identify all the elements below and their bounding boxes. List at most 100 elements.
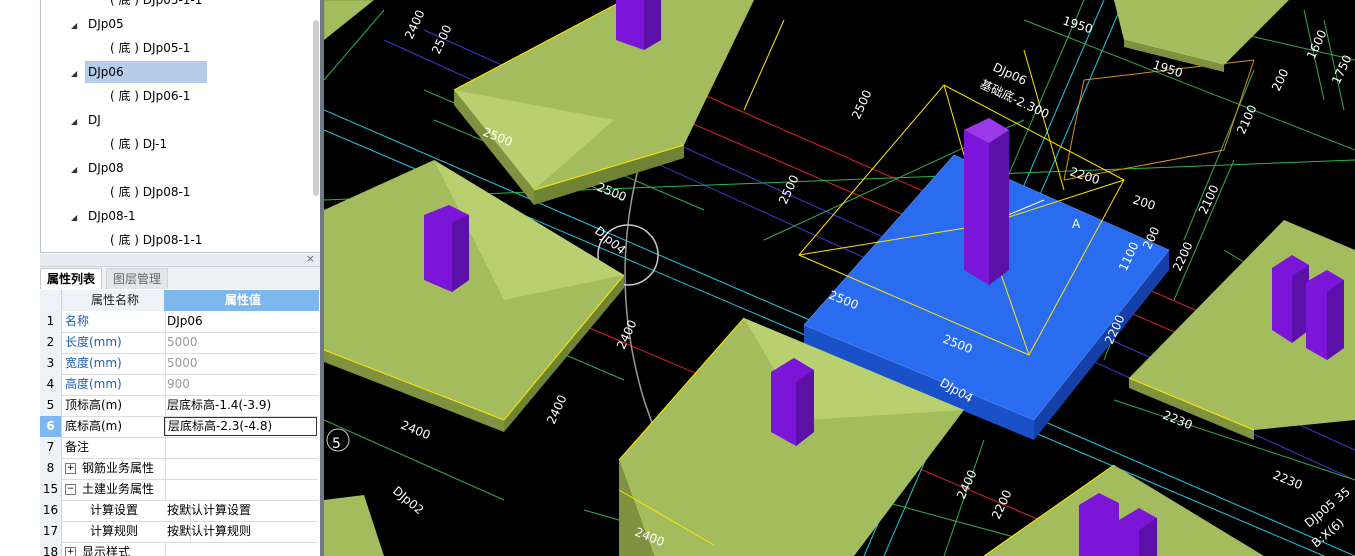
axis-number: 5	[332, 436, 341, 452]
property-row[interactable]: 4 高度(mm) 900	[40, 374, 318, 396]
property-row[interactable]: 17 计算规则 按默认计算规则	[40, 521, 318, 543]
property-row[interactable]: 15− 土建业务属性	[40, 479, 318, 501]
tag-djp02: DJp02	[390, 484, 426, 518]
property-value[interactable]: 900	[164, 374, 319, 395]
component-tree: ( 底 ) DJp05-1-1 ◢ DJp05( 底 ) DJp05-1 ◢ DJp06…	[40, 0, 322, 253]
row-number: 8	[40, 458, 62, 479]
dim-2400d: 2400	[399, 418, 433, 442]
expand-icon[interactable]: +	[65, 547, 76, 556]
dim-2500c: 2500	[595, 180, 629, 204]
tree-node-label: DJp05	[88, 17, 124, 31]
property-value[interactable]	[164, 437, 319, 458]
property-row[interactable]: 8 + 钢筋业务属性	[40, 458, 318, 480]
row-number: 4	[40, 374, 62, 395]
expand-triangle-icon[interactable]: ◢	[71, 63, 81, 85]
dim-1600: 1600	[1304, 28, 1330, 62]
dim-2400b: 2400	[614, 318, 640, 352]
tree-node-leaf[interactable]: ( 底 ) DJ-1	[107, 133, 170, 155]
property-name-text: 高度(mm)	[65, 377, 122, 391]
property-name-text: 底标高(m)	[65, 419, 123, 433]
tree-node-label: ( 底 ) DJp05-1-1	[110, 0, 203, 7]
tree-node-leaf[interactable]: ( 底 ) DJp05-1-1	[107, 0, 205, 11]
tree-node-leaf[interactable]: ( 底 ) DJp06-1	[107, 85, 193, 107]
dim-200b: 200	[1131, 193, 1157, 213]
header-corner	[40, 290, 62, 311]
expand-triangle-icon[interactable]: ◢	[71, 15, 81, 37]
property-row[interactable]: 16 计算设置 按默认计算设置	[40, 500, 318, 522]
expand-triangle-icon[interactable]: ◢	[71, 111, 81, 133]
tree-node-label: ( 底 ) DJp08-1-1	[110, 233, 203, 247]
property-row[interactable]: 7 备注	[40, 437, 318, 459]
row-number: 16	[40, 500, 62, 521]
header-value: 属性值	[164, 290, 319, 311]
property-value[interactable]: 5000	[164, 332, 319, 353]
property-value[interactable]: 按默认计算设置	[164, 500, 319, 521]
property-name-text: 长度(mm)	[65, 335, 122, 349]
tree-node-group[interactable]: ◢ DJp08	[71, 157, 127, 179]
property-name-text: 土建业务属性	[82, 482, 155, 496]
dim-2200b: 2200	[1170, 240, 1196, 274]
dim-2500e: 2500	[776, 173, 802, 207]
property-row[interactable]: 18 + 显示样式	[40, 542, 318, 556]
panel-splitter[interactable]: ×	[40, 252, 320, 267]
property-name-text: 顶标高(m)	[65, 398, 123, 412]
property-name: 顶标高(m)	[62, 395, 166, 416]
property-row[interactable]: 2 长度(mm) 5000	[40, 332, 318, 354]
footing-top-center	[453, 0, 754, 205]
tree-node-label: ( 底 ) DJp08-1	[110, 185, 191, 199]
row-number: 7	[40, 437, 62, 458]
dim-2100b: 2100	[1196, 183, 1222, 217]
property-value[interactable]: 按默认计算规则	[164, 521, 319, 542]
expand-triangle-icon[interactable]: ◢	[71, 159, 81, 181]
property-name-text: 显示样式	[82, 545, 131, 556]
property-value[interactable]: 5000	[164, 353, 319, 374]
dim-200a: 200	[1269, 67, 1291, 94]
property-value[interactable]: 层底标高-2.3(-4.8)	[164, 417, 317, 436]
tab-properties[interactable]: 属性列表	[40, 268, 103, 289]
property-value[interactable]: DJp06	[164, 311, 319, 332]
dim-2500d: 2500	[849, 88, 875, 122]
row-number: 3	[40, 353, 62, 374]
tree-node-label: DJp08-1	[88, 209, 136, 223]
property-value[interactable]	[164, 479, 319, 500]
property-row[interactable]: 1 名称 DJp06	[40, 311, 318, 333]
property-value[interactable]: 层底标高-1.4(-3.9)	[164, 395, 319, 416]
property-name: + 钢筋业务属性	[62, 458, 166, 479]
property-name-text: 计算规则	[90, 524, 139, 538]
property-value[interactable]	[164, 542, 319, 556]
tree-node-group[interactable]: ◢ DJp05	[71, 13, 127, 35]
tree-node-leaf[interactable]: ( 底 ) DJp08-1	[107, 181, 193, 203]
tree-node-group[interactable]: ◢ DJp06	[71, 61, 207, 83]
tree-node-leaf[interactable]: ( 底 ) DJp08-1-1	[107, 229, 205, 251]
expand-triangle-icon[interactable]: ◢	[71, 207, 81, 229]
tag-a: A	[1072, 217, 1081, 231]
property-name-text: 宽度(mm)	[65, 356, 122, 370]
expand-icon[interactable]: +	[65, 463, 76, 474]
footing-top-right	[1114, 0, 1289, 72]
header-name: 属性名称	[62, 290, 166, 311]
property-row[interactable]: 3 宽度(mm) 5000	[40, 353, 318, 375]
property-name-text: 计算设置	[90, 503, 139, 517]
tree-node-label: DJp06	[85, 61, 207, 83]
property-name: 宽度(mm)	[62, 353, 166, 374]
property-row[interactable]: 6 底标高(m) 层底标高-2.3(-4.8)	[40, 416, 318, 438]
dim-2230b: 2230	[1271, 468, 1305, 492]
property-row[interactable]: 5 顶标高(m) 层底标高-1.4(-3.9)	[40, 395, 318, 417]
tree-scrollbar[interactable]	[313, 20, 319, 196]
dim-2200: 2200	[1068, 165, 1101, 188]
footing-bottom-left	[324, 495, 384, 556]
collapse-icon[interactable]: −	[65, 484, 76, 495]
property-value[interactable]	[164, 458, 319, 479]
property-name: 底标高(m)	[62, 416, 166, 437]
column-center	[771, 358, 814, 446]
3d-viewport[interactable]: 1950 1950 1600 1750 200 2100 2100 2200 2…	[324, 0, 1355, 556]
tree-node-group[interactable]: ◢ DJ	[71, 109, 104, 131]
tree-node-label: DJ	[88, 113, 101, 127]
close-icon[interactable]: ×	[306, 252, 315, 265]
row-number: 1	[40, 311, 62, 332]
tree-node-leaf[interactable]: ( 底 ) DJp05-1	[107, 37, 193, 59]
tree-node-group[interactable]: ◢ DJp08-1	[71, 205, 139, 227]
tab-layers[interactable]: 图层管理	[106, 268, 169, 289]
row-number: 18	[40, 542, 62, 556]
dim-2400c: 2400	[544, 393, 570, 427]
